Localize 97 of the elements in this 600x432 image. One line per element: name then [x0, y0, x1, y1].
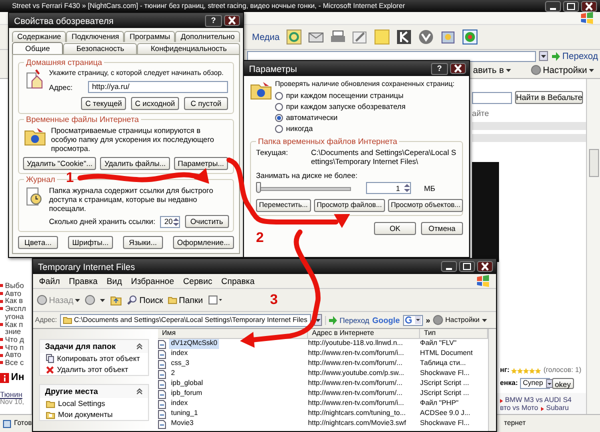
media-button[interactable]: Медиа	[252, 32, 280, 42]
collapse-icon[interactable]	[136, 343, 143, 350]
window-title: Temporary Internet Files	[38, 262, 136, 272]
close-button[interactable]	[477, 261, 493, 272]
scroll-bar[interactable]	[488, 329, 496, 431]
go-button[interactable]: Переход	[551, 51, 598, 61]
caret-icon	[589, 68, 594, 72]
search-button[interactable]: Найти в Вебальте	[515, 91, 583, 104]
round-logo-icon[interactable]	[418, 29, 434, 45]
edit-icon[interactable]	[352, 29, 368, 45]
window-title: Параметры	[249, 64, 297, 74]
settings-menu[interactable]: Настройки	[530, 65, 594, 75]
caret-icon	[100, 298, 106, 302]
delete-icon	[46, 366, 54, 374]
group-title: Журнал	[24, 175, 58, 184]
dropdown-button[interactable]	[414, 316, 421, 324]
menu-item[interactable]: Сервис	[183, 276, 212, 286]
caret-icon	[482, 318, 487, 322]
group-title: Папка временных файлов Интернета	[256, 137, 400, 146]
radio-button[interactable]	[275, 92, 283, 100]
step-number: 3	[270, 291, 278, 307]
spin-arrows-icon	[172, 216, 179, 226]
menu-item[interactable]: Правка	[68, 276, 98, 286]
bullet-icon	[500, 398, 503, 402]
bullet-icon	[0, 292, 3, 296]
radio-button[interactable]	[275, 124, 283, 132]
slider-thumb[interactable]	[256, 182, 261, 193]
bullet-icon	[0, 354, 3, 357]
scroll-bar[interactable]	[586, 79, 600, 414]
page-icon	[3, 420, 11, 428]
bullet-icon	[0, 361, 3, 364]
collapse-icon[interactable]	[136, 388, 143, 395]
menu-item[interactable]: Вид	[106, 276, 122, 286]
bullet-icon	[0, 307, 3, 310]
address-field[interactable]	[247, 50, 536, 62]
add-menu[interactable]: авить в	[472, 65, 511, 75]
panel-title: Задачи для папок	[45, 342, 116, 351]
group-title: Временные файлы Интернета	[24, 115, 141, 124]
windows-logo-icon	[476, 275, 490, 287]
k-logo-icon[interactable]	[396, 29, 412, 45]
spin-arrows-icon	[404, 183, 410, 193]
folders-button[interactable]: Папки	[168, 295, 203, 305]
help-button[interactable]: ?	[205, 14, 222, 26]
views-icon[interactable]	[208, 295, 222, 305]
g-logo-icon	[404, 316, 412, 324]
menu-item[interactable]: Файл	[39, 276, 60, 286]
google-search-field[interactable]	[402, 314, 423, 326]
folder-icon	[24, 126, 46, 146]
refresh-icon[interactable]	[286, 29, 302, 45]
help-button[interactable]: ?	[431, 62, 448, 74]
caret-icon	[506, 68, 511, 72]
size-slider[interactable]	[256, 182, 351, 194]
printer-icon[interactable]	[330, 29, 346, 45]
folder-icon	[62, 316, 72, 324]
more-button[interactable]: »	[426, 316, 430, 324]
dropdown-button[interactable]	[546, 379, 553, 388]
settings-ball-icon	[530, 65, 541, 75]
up-folder-icon[interactable]	[110, 294, 122, 306]
home-page-icon	[24, 69, 44, 89]
dropdown-button[interactable]	[539, 51, 548, 61]
group-title: Домашняя страница	[24, 58, 104, 67]
documents-folder-icon	[46, 410, 55, 418]
radio-button[interactable]	[275, 114, 283, 122]
menu-item[interactable]: Справка	[221, 276, 255, 286]
step-number: 2	[256, 229, 264, 245]
minimize-button[interactable]	[545, 0, 561, 12]
maximize-button[interactable]	[563, 0, 579, 12]
maximize-button[interactable]	[459, 261, 475, 272]
bullet-icon	[0, 322, 3, 326]
folder-icon	[168, 296, 177, 304]
bullet-icon	[0, 346, 3, 349]
windows-logo-icon	[580, 12, 594, 24]
menu-item[interactable]: Избранное	[131, 276, 174, 286]
settings-ball-icon	[433, 315, 444, 325]
section-title: Ин	[11, 374, 24, 382]
radio-button[interactable]	[275, 102, 283, 110]
close-button[interactable]	[450, 63, 466, 74]
bullet-icon	[0, 284, 3, 288]
go-arrow-icon	[551, 52, 560, 60]
history-icon	[24, 186, 44, 206]
step-number: 1	[66, 169, 74, 185]
search-button[interactable]: Поиск	[127, 295, 163, 305]
minimize-button[interactable]	[441, 261, 457, 272]
close-button[interactable]	[224, 15, 240, 26]
page-text: айте	[472, 109, 489, 118]
panel-title: Другие места	[45, 387, 98, 396]
window-title: Свойства обозревателя	[14, 16, 114, 26]
close-button[interactable]	[581, 0, 597, 12]
google-logo: Google	[372, 316, 400, 324]
search-field[interactable]	[472, 92, 512, 104]
caret-icon	[75, 298, 80, 302]
search-icon	[127, 295, 138, 305]
bullet-icon	[0, 338, 3, 342]
go-arrow-icon	[328, 316, 338, 324]
bullet-icon	[0, 300, 3, 303]
bullet-icon	[541, 406, 544, 410]
folder-icon	[250, 80, 272, 100]
